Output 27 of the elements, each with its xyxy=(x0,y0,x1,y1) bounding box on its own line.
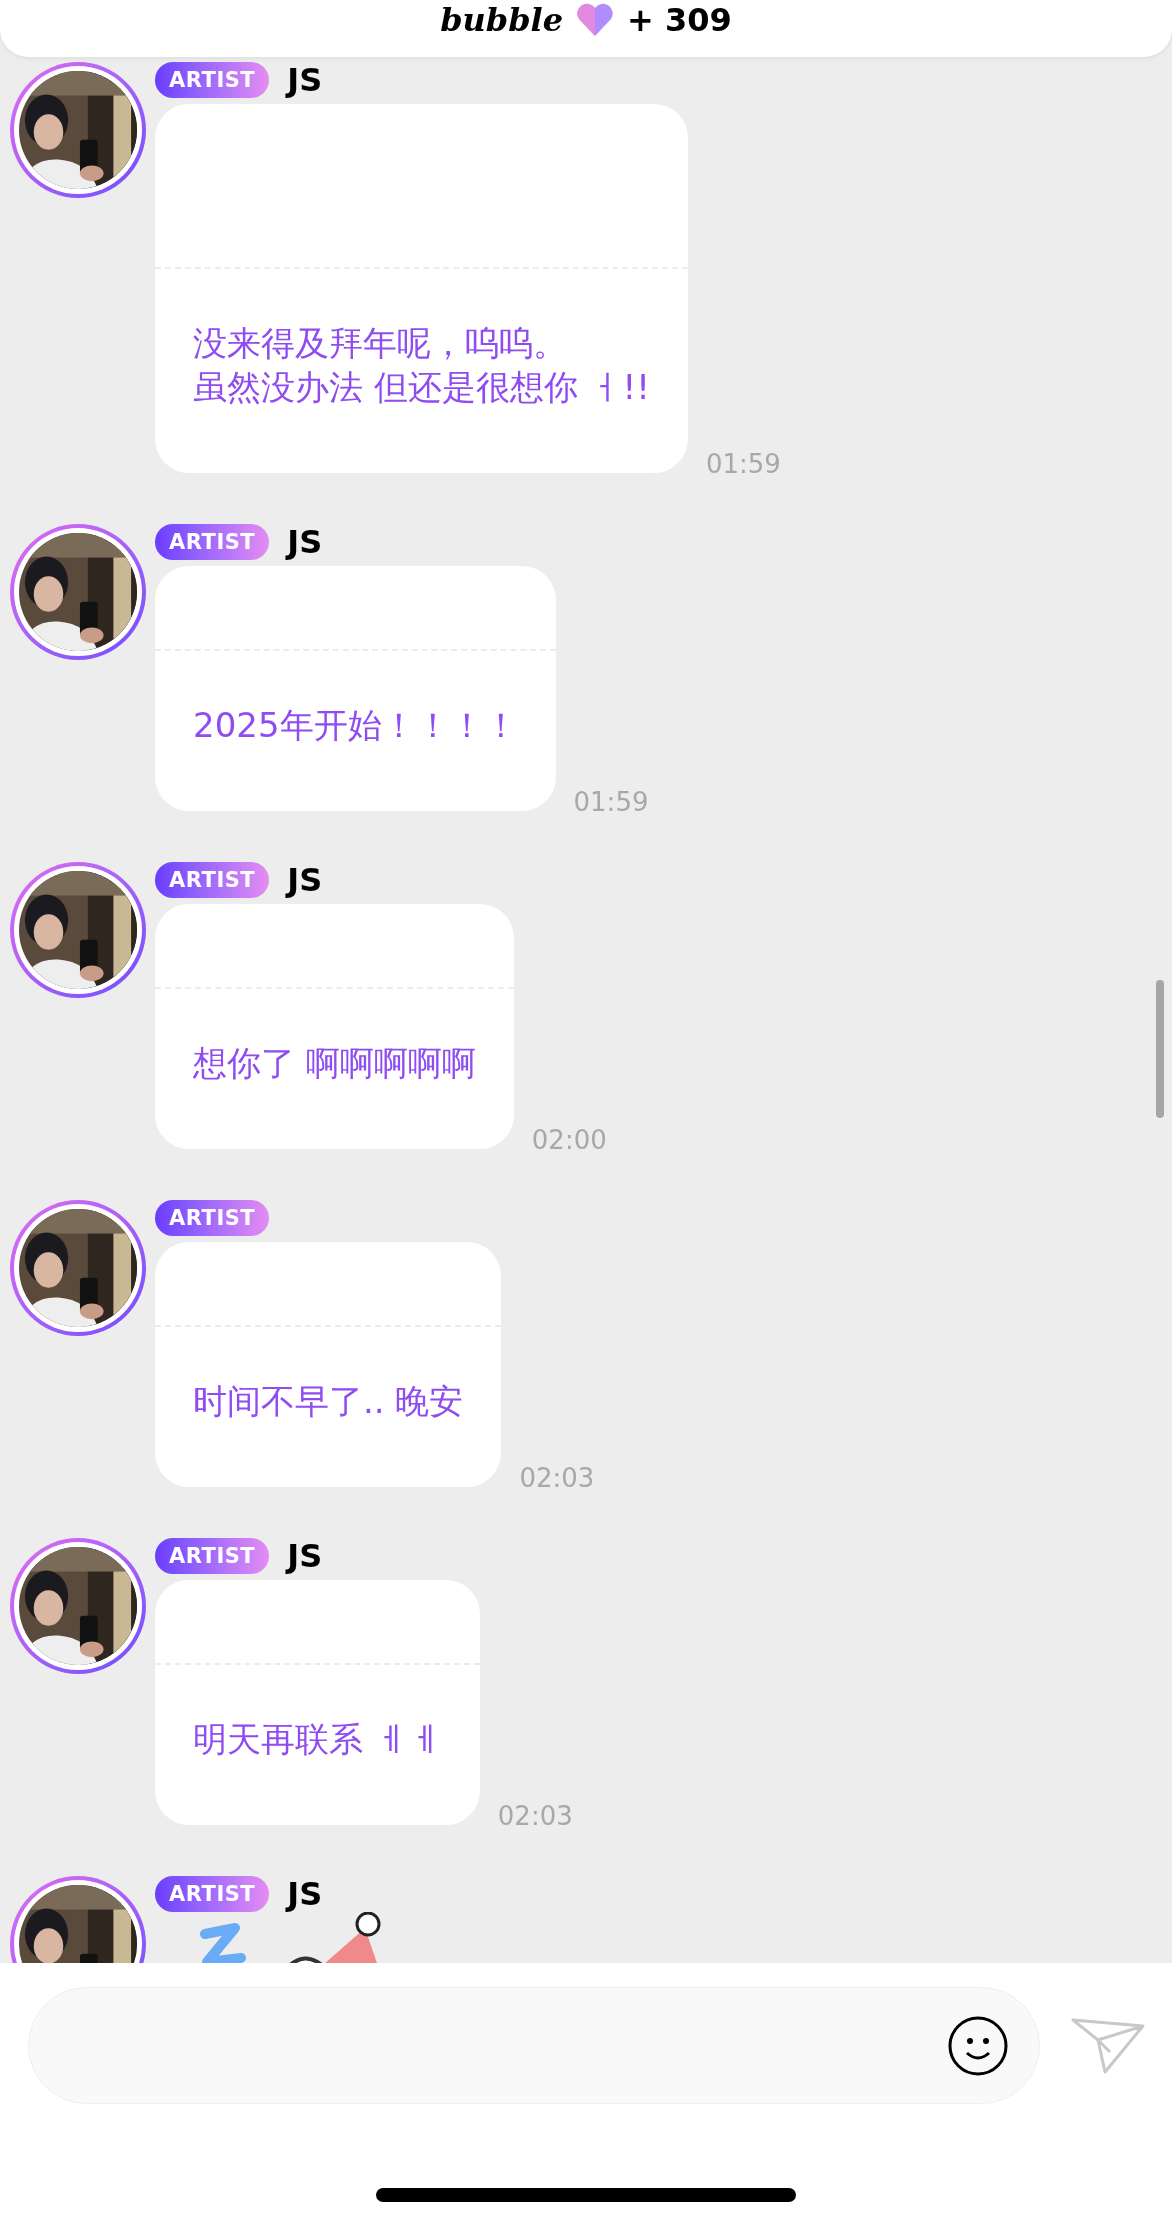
artist-badge: ARTIST xyxy=(155,1538,270,1574)
message-text-line: 明天再联系 ㅔㅔ xyxy=(193,1718,442,1761)
message-text-line: 虽然没办法 但还是很想你 ㅓ!! xyxy=(193,366,650,409)
bubble-logo: bubble xyxy=(440,2,564,38)
artist-badge: ARTIST xyxy=(155,1200,270,1236)
sender-name: JS xyxy=(287,62,323,98)
sender-name: JS xyxy=(287,524,323,560)
message-text-line: 2025年开始！！！！ xyxy=(193,704,518,747)
timestamp: 01:59 xyxy=(705,449,781,479)
sender-name: JS xyxy=(287,862,323,898)
timestamp: 02:03 xyxy=(519,1463,595,1493)
artist-badge: ARTIST xyxy=(155,1876,270,1912)
artist-badge: ARTIST xyxy=(155,62,270,98)
scrollbar[interactable] xyxy=(1156,980,1164,1118)
timestamp: 01:59 xyxy=(573,787,649,817)
timestamp: 02:00 xyxy=(531,1125,607,1155)
artist-badge: ARTIST xyxy=(155,862,270,898)
sender-name: JS xyxy=(287,1538,323,1574)
emoji-icon[interactable] xyxy=(947,2014,1009,2077)
heart-count: + 309 xyxy=(627,2,732,38)
message-text-line: 没来得及拜年呢，呜呜。 xyxy=(193,322,568,365)
artist-badge: ARTIST xyxy=(155,524,270,560)
heart-icon xyxy=(575,2,616,38)
sender-name: JS xyxy=(287,1876,323,1912)
message-text-line: 时间不早了.. 晚安 xyxy=(193,1380,464,1423)
message-text-line: 想你了 啊啊啊啊啊 xyxy=(193,1042,476,1085)
timestamp: 02:03 xyxy=(497,1801,573,1831)
